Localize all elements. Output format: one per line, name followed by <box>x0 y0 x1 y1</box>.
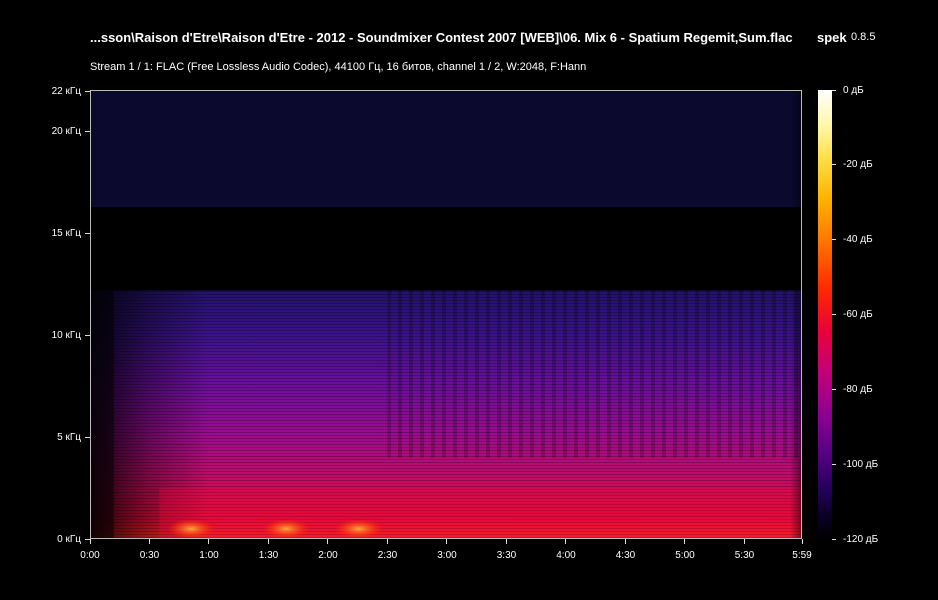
app-version: 0.8.5 <box>851 31 876 43</box>
y-tick-label: 22 кГц <box>51 85 81 97</box>
x-tick-mark <box>743 539 745 544</box>
x-tick-mark <box>208 539 210 544</box>
burst-1 <box>167 518 215 539</box>
colorbar-tick-mark <box>832 164 836 166</box>
x-tick-mark <box>148 539 150 544</box>
burst-3 <box>333 518 384 539</box>
colorbar-tick-mark <box>832 538 836 540</box>
x-tick-label: 0:30 <box>139 550 160 561</box>
app-name: spek <box>817 30 847 45</box>
x-tick-label: 2:00 <box>318 550 338 561</box>
x-tick-label: 4:30 <box>615 550 636 561</box>
x-tick-label: 2:30 <box>377 550 398 561</box>
x-tick-label: 1:30 <box>258 550 279 561</box>
y-tick-mark <box>85 90 90 92</box>
x-tick-label: 4:00 <box>556 550 576 561</box>
x-tick-mark <box>801 539 803 544</box>
colorbar-tick-mark <box>832 314 836 315</box>
x-tick-mark <box>89 539 91 544</box>
x-tick-label: 5:30 <box>734 550 755 561</box>
colorbar-tick-label: 0 дБ <box>843 84 864 96</box>
y-tick-label: 15 кГц <box>51 228 81 240</box>
colorbar-tick-label: -40 дБ <box>843 234 873 246</box>
db-colorbar <box>818 90 832 539</box>
x-tick-label: 3:30 <box>496 550 517 561</box>
y-tick-mark <box>85 131 90 133</box>
colorbar-tick-label: -80 дБ <box>843 383 873 395</box>
x-tick-mark <box>446 539 448 544</box>
x-tick-mark <box>505 539 507 544</box>
spectrogram-svg <box>90 90 802 539</box>
y-tick-label: 0 кГц <box>57 533 81 545</box>
colorbar-tick-label: -60 дБ <box>843 309 873 320</box>
x-tick-mark <box>624 539 626 544</box>
y-tick-label: 5 кГц <box>57 431 81 443</box>
spectrogram-plot <box>90 90 802 539</box>
burst-2 <box>262 518 311 539</box>
colorbar-tick-mark <box>832 239 836 241</box>
y-tick-label: 10 кГц <box>51 329 81 341</box>
colorbar-tick-label: -20 дБ <box>843 159 873 171</box>
low-frequency-energy <box>159 488 802 539</box>
x-tick-label: 1:00 <box>199 550 219 561</box>
x-tick-mark <box>327 539 329 544</box>
x-tick-label: 5:59 <box>792 550 812 561</box>
x-tick-label: 3:00 <box>437 550 457 561</box>
x-tick-mark <box>684 539 686 544</box>
colorbar-tick-mark <box>832 89 836 91</box>
y-tick-mark <box>85 233 90 235</box>
x-tick-label: 5:00 <box>675 550 695 561</box>
y-tick-label: 20 кГц <box>51 126 81 138</box>
colorbar-tick-mark <box>832 388 836 390</box>
x-tick-mark <box>386 539 388 544</box>
y-tick-mark <box>85 538 90 540</box>
colorbar-tick-mark <box>832 463 836 465</box>
colorbar-tick-label: -120 дБ <box>843 533 879 545</box>
y-tick-mark <box>85 334 90 336</box>
x-tick-mark <box>565 539 567 544</box>
end-fade <box>790 90 802 539</box>
y-tick-mark <box>85 436 90 438</box>
x-tick-label: 0:00 <box>80 550 100 561</box>
colorbar-tick-label: -100 дБ <box>843 458 879 470</box>
noise-floor-band <box>90 90 802 208</box>
stream-info: Stream 1 / 1: FLAC (Free Lossless Audio … <box>90 61 587 73</box>
file-title: ...sson\Raison d'Etre\Raison d'Etre - 20… <box>90 30 793 45</box>
x-tick-mark <box>267 539 269 544</box>
